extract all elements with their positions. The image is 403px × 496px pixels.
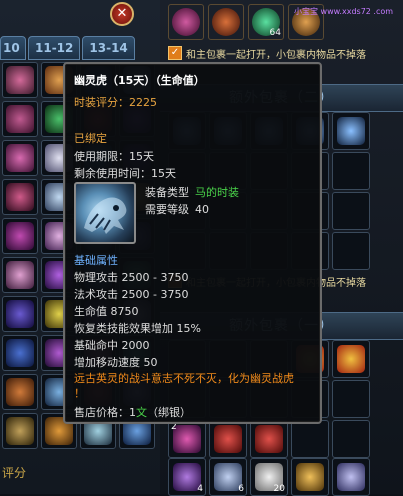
equip-type-row: 装备类型 马的时装 bbox=[145, 184, 239, 200]
level-tabs: 10 11-12 13-14 bbox=[0, 36, 135, 60]
fashion-score: 时装评分：2225 bbox=[74, 96, 157, 109]
item-slot[interactable] bbox=[2, 101, 38, 137]
item-slot[interactable] bbox=[2, 413, 38, 449]
flavor-text: 远古英灵的战斗意志不死不灭，化为幽灵战虎 bbox=[74, 372, 294, 385]
price-value: 1 bbox=[129, 406, 136, 419]
bundle-option-1: ✓ 和主包裹一起打开，小包裹内物品不掉落 bbox=[168, 44, 398, 62]
empty-slot[interactable] bbox=[332, 192, 370, 230]
bag-1-row-4: 4 6 20 bbox=[168, 458, 370, 496]
gift-box-icon[interactable] bbox=[250, 420, 288, 458]
item-slot[interactable] bbox=[2, 218, 38, 254]
attr-line: 生命值 8750 bbox=[74, 305, 139, 318]
price-label: 售店价格： bbox=[74, 406, 129, 419]
attr-line: 基础命中 2000 bbox=[74, 339, 150, 352]
req-level-label: 需要等级 bbox=[145, 203, 189, 216]
footer-label: 评分 bbox=[2, 466, 27, 480]
item-slot[interactable] bbox=[332, 112, 370, 150]
gift-box-icon[interactable] bbox=[332, 340, 370, 378]
scroll-icon[interactable] bbox=[291, 458, 329, 496]
magic-wand-icon[interactable]: 2 bbox=[168, 420, 206, 458]
empty-slot[interactable] bbox=[332, 420, 370, 458]
bundle-checkbox-1[interactable]: ✓ bbox=[168, 46, 182, 60]
tab-11-12[interactable]: 11-12 bbox=[28, 36, 81, 60]
crystal-icon[interactable]: 6 bbox=[209, 458, 247, 496]
item-slot[interactable] bbox=[2, 335, 38, 371]
equip-type-label: 装备类型 bbox=[145, 186, 189, 199]
item-tooltip: 幽灵虎（15天）（生命值） 时装评分：2225 已绑定 使用期限：15天 剩余使… bbox=[63, 62, 322, 424]
empty-slot[interactable] bbox=[332, 152, 370, 190]
flavor-text-tail: ！ bbox=[74, 387, 85, 400]
ghost-tiger-icon bbox=[74, 182, 136, 244]
remaining-time: 剩余使用时间：15天 bbox=[74, 167, 176, 180]
basic-attr-heading: 基础属性 bbox=[74, 254, 118, 267]
attr-line: 恢复类技能效果增加 15% bbox=[74, 322, 201, 335]
empty-slot[interactable] bbox=[332, 232, 370, 270]
item-slot[interactable] bbox=[2, 296, 38, 332]
tab-13-14[interactable]: 13-14 bbox=[82, 36, 135, 60]
item-slot[interactable] bbox=[2, 374, 38, 410]
attr-line: 物理攻击 2500 - 3750 bbox=[74, 271, 189, 284]
feather-icon[interactable]: 4 bbox=[168, 458, 206, 496]
req-level-row: 需要等级 40 bbox=[145, 201, 209, 217]
tab-10[interactable]: 10 bbox=[0, 36, 26, 60]
bundle-text-1: 和主包裹一起打开，小包裹内物品不掉落 bbox=[186, 49, 366, 61]
jade-orb-icon[interactable]: 64 bbox=[248, 4, 284, 40]
bound-status: 已绑定 bbox=[74, 132, 107, 145]
item-title: 幽灵虎（15天）（生命值） bbox=[74, 74, 205, 87]
close-button[interactable]: ✕ bbox=[110, 2, 134, 26]
price-note: （绑银） bbox=[147, 406, 191, 419]
gift-box-icon[interactable] bbox=[209, 420, 247, 458]
attr-line: 法术攻击 2500 - 3750 bbox=[74, 288, 189, 301]
price-unit: 文 bbox=[136, 406, 147, 419]
usage-period: 使用期限：15天 bbox=[74, 150, 154, 163]
horse-rune-icon[interactable] bbox=[208, 4, 244, 40]
pearl-icon[interactable]: 20 bbox=[250, 458, 288, 496]
card-icon[interactable] bbox=[332, 458, 370, 496]
empty-slot[interactable] bbox=[332, 380, 370, 418]
equip-type-value: 马的时装 bbox=[195, 186, 239, 199]
attr-line: 增加移动速度 50 bbox=[74, 356, 158, 369]
item-slot[interactable] bbox=[2, 257, 38, 293]
bag-1-row-3: 2 bbox=[168, 420, 370, 458]
price-row: 售店价格：1文（绑银） bbox=[74, 404, 191, 420]
item-slot[interactable] bbox=[2, 62, 38, 98]
item-slot[interactable] bbox=[2, 140, 38, 176]
req-level-value: 40 bbox=[195, 203, 209, 216]
item-slot[interactable] bbox=[2, 179, 38, 215]
watermark-text: 小宝宝 www.xxds72 .com bbox=[294, 7, 394, 16]
empty-slot[interactable] bbox=[291, 420, 329, 458]
helmet-icon[interactable] bbox=[168, 4, 204, 40]
